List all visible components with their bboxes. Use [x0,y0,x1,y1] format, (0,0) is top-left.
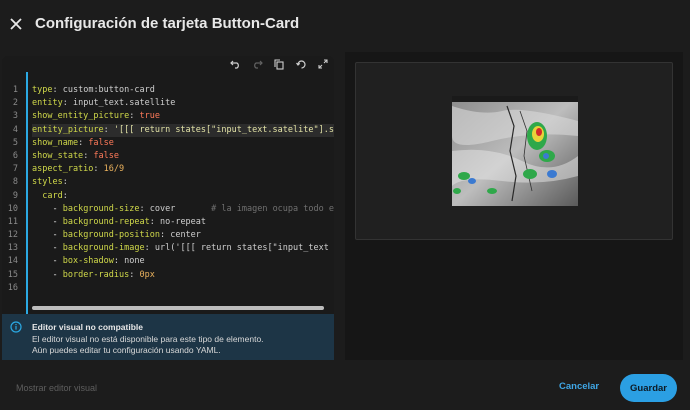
code-key: aspect_ratio [32,164,94,175]
code-value: input_text.satellite [72,98,176,109]
code-value: false [88,137,114,148]
code-key: card [42,190,63,201]
code-line: - background-position: center [32,230,201,241]
line-number: 10 [7,203,18,214]
code-indent: - [32,216,63,227]
expand-icon [318,59,328,69]
line-number: 12 [7,230,18,241]
line-number: 11 [7,216,18,227]
code-key: show_entity_picture [32,111,130,122]
warning-title: Editor visual no compatible [32,322,143,332]
restore-button[interactable] [290,56,312,72]
code-value: url('[[[ return states["input_text [154,243,329,254]
code-line: show_state: false [32,150,120,161]
code-key: entity_picture [32,124,104,135]
dialog-header: Configuración de tarjeta Button-Card [0,0,690,52]
code-indent: - [32,243,63,254]
code-line: aspect_ratio: 16/9 [32,164,125,175]
line-number: 13 [7,243,18,254]
code-key: styles [32,177,63,188]
editor-toolbar [224,56,334,72]
code-content[interactable]: type: custom:button-card entity: input_te… [32,84,334,295]
code-indent: - [32,269,63,280]
close-button[interactable] [6,12,26,36]
code-value: no-repeat [159,216,207,227]
code-key: background-position [62,230,160,241]
restore-icon [295,59,306,69]
code-indent: - [32,203,63,214]
code-line: - background-image: url('[[[ return stat… [32,243,329,254]
code-key: background-size [62,203,140,214]
code-key: box-shadow [62,256,114,267]
line-number: 5 [12,137,18,148]
code-key: border-radius [62,269,130,280]
code-indent: - [32,256,63,267]
info-icon [10,321,22,333]
code-value: 0px [139,269,155,280]
code-value: true [139,111,160,122]
code-indent: - [32,230,63,241]
line-number: 4 [12,124,18,135]
copy-icon [274,58,284,70]
code-line: - box-shadow: none [32,256,145,267]
dialog-title: Configuración de tarjeta Button-Card [35,15,300,32]
code-value: center [170,230,201,241]
code-line: styles: [32,177,68,188]
code-line: entity: input_text.satellite [32,98,176,109]
code-value: 16/9 [103,164,125,175]
code-key: background-image [62,243,145,254]
show-visual-editor-button[interactable]: Mostrar editor visual [16,383,97,393]
code-line: type: custom:button-card [32,85,155,95]
code-line: - background-repeat: no-repeat [32,216,207,227]
code-line: card: [32,190,334,203]
code-value: '[[[ return states["input_text.satelite"… [113,124,334,135]
close-icon [10,18,22,30]
cancel-button[interactable]: Cancelar [559,381,599,392]
redo-button[interactable] [246,56,268,72]
satellite-image [452,96,578,206]
code-key: type [32,85,53,95]
code-value: custom:button-card [62,85,155,95]
code-key: show_state [32,150,84,161]
line-number: 1 [12,85,18,95]
line-number: 3 [12,111,18,122]
undo-button[interactable] [224,56,246,72]
active-indicator [26,72,28,314]
line-number: 8 [12,177,18,188]
line-number: 15 [7,269,18,280]
code-value: cover [149,203,212,214]
card-preview [345,52,683,360]
warning-hint: Aún puedes editar tu configuración usand… [32,345,221,355]
warning-message: El editor visual no está disponible para… [32,334,264,344]
code-key: entity [32,98,63,109]
code-comment: # la imagen ocupa todo el [211,203,334,214]
line-number: 16 [7,282,18,293]
line-number: 9 [12,190,18,201]
code-value: none [124,256,145,267]
horizontal-scrollbar[interactable] [32,306,324,310]
expand-button[interactable] [312,56,334,72]
visual-editor-warning: Editor visual no compatible El editor vi… [2,314,334,360]
code-line: entity_picture: '[[[ return states["inpu… [32,123,334,137]
code-key: show_name [32,137,79,148]
copy-button[interactable] [268,56,290,72]
line-number: 14 [7,256,18,267]
code-line: show_name: false [32,137,114,148]
code-line: - border-radius: 0px [32,269,155,280]
redo-icon [253,60,263,69]
line-number-gutter: 1 2 3 4 5 6 7 8 9 10 11 12 13 14 15 16 [2,84,26,295]
yaml-code-editor[interactable]: 1 2 3 4 5 6 7 8 9 10 11 12 13 14 15 16 type: custom:but… [2,56,334,314]
code-line: - background-size: cover # la imagen ocu… [32,203,334,216]
save-button[interactable]: Guardar [620,374,677,402]
code-value: false [93,150,120,161]
code-line: show_entity_picture: true [32,111,160,122]
code-key: background-repeat [62,216,150,227]
line-number: 6 [12,150,18,161]
line-number: 2 [12,98,18,109]
line-number: 7 [12,164,18,175]
button-card[interactable] [355,62,673,240]
undo-icon [229,60,239,69]
